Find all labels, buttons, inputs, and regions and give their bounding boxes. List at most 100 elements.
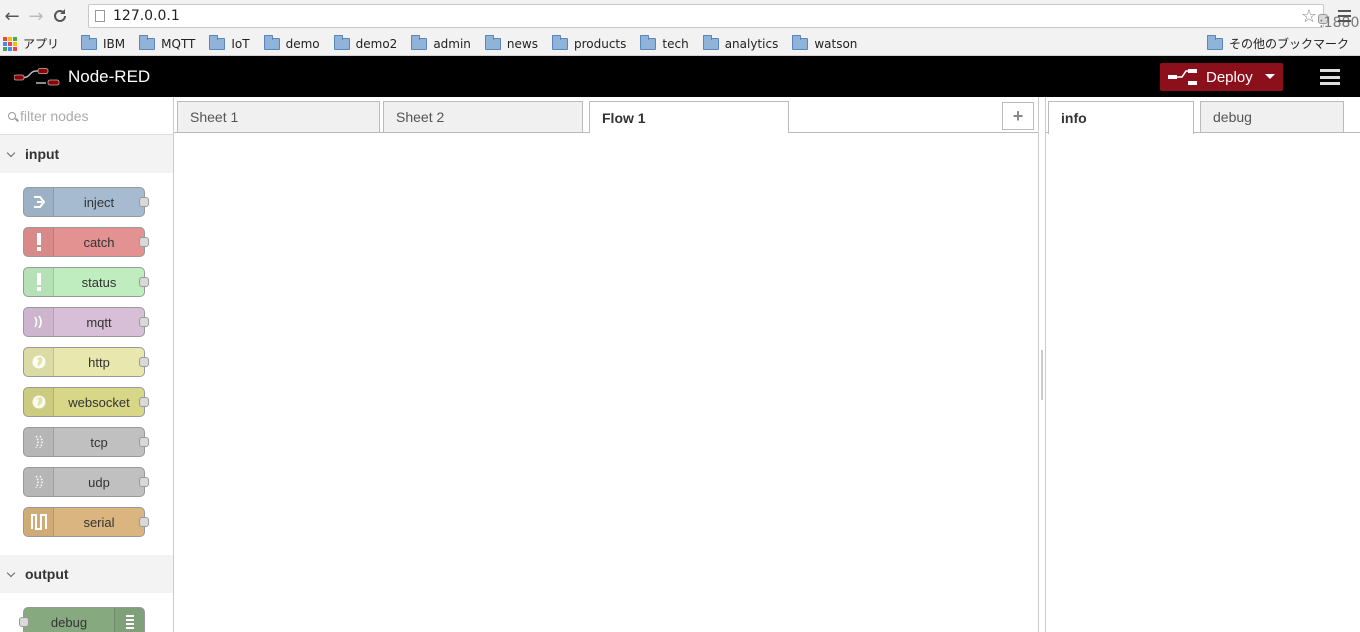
back-icon[interactable]: ← bbox=[0, 4, 24, 28]
palette-node-catch[interactable]: catch bbox=[23, 227, 149, 257]
workspace: Sheet 1 Sheet 2 Flow 1 + bbox=[174, 97, 1038, 632]
folder-icon bbox=[263, 34, 280, 50]
bookmark-label: MQTT bbox=[161, 36, 196, 51]
bookmark-analytics[interactable]: analytics bbox=[702, 34, 778, 51]
sidebar-splitter[interactable] bbox=[1038, 97, 1046, 632]
serial-icon bbox=[24, 508, 54, 536]
filter-nodes-input[interactable] bbox=[20, 107, 170, 124]
tab-sheet-2[interactable]: Sheet 2 bbox=[383, 101, 583, 132]
category-label: output bbox=[25, 566, 69, 582]
bookmark-label: products bbox=[573, 36, 627, 51]
bookmark-admin[interactable]: admin bbox=[411, 34, 471, 51]
bookmark-star-icon[interactable]: ☆ bbox=[1301, 6, 1317, 27]
folder-icon bbox=[333, 34, 350, 50]
reload-icon[interactable] bbox=[48, 4, 72, 28]
white-globe-icon bbox=[24, 348, 54, 376]
folder-icon bbox=[484, 34, 501, 50]
node-label: serial bbox=[83, 514, 115, 530]
tab-label: Sheet 1 bbox=[190, 109, 239, 125]
tab-info[interactable]: info bbox=[1048, 101, 1194, 134]
category-input[interactable]: input bbox=[0, 135, 173, 173]
palette-node-inject[interactable]: inject bbox=[23, 187, 149, 217]
caret-down-icon[interactable] bbox=[1265, 74, 1275, 79]
bookmark-demo[interactable]: demo bbox=[263, 34, 320, 51]
tab-sheet-1[interactable]: Sheet 1 bbox=[177, 101, 380, 132]
bookmark-other[interactable]: その他のブックマーク bbox=[1206, 34, 1349, 52]
browser-toolbar: ← → 127.0.0.1:1880 ☆ bbox=[0, 0, 1360, 32]
bookmarks-bar: アプリ IBM MQTT IoT demo demo2 admin news products… bbox=[0, 32, 1360, 56]
sidebar-tabs: info debug bbox=[1046, 97, 1360, 134]
browser-menu-icon[interactable] bbox=[1332, 4, 1356, 28]
search-icon bbox=[8, 111, 16, 120]
deploy-button[interactable]: Deploy bbox=[1160, 63, 1283, 91]
category-output[interactable]: output bbox=[0, 555, 173, 593]
node-label: inject bbox=[83, 194, 115, 210]
bookmark-products[interactable]: products bbox=[551, 34, 627, 51]
bookmark-label: demo bbox=[285, 36, 320, 51]
palette-search bbox=[0, 97, 173, 135]
deploy-icon bbox=[1168, 69, 1197, 85]
port-handle[interactable] bbox=[139, 437, 149, 447]
bookmark-tech[interactable]: tech bbox=[640, 34, 689, 51]
bookmark-label: demo2 bbox=[355, 36, 398, 51]
forward-icon[interactable]: → bbox=[24, 4, 48, 28]
port-handle[interactable] bbox=[139, 357, 149, 367]
palette-node-serial[interactable]: serial bbox=[23, 507, 149, 537]
add-tab-button[interactable]: + bbox=[1002, 102, 1034, 130]
node-label: tcp bbox=[90, 434, 108, 450]
folder-icon bbox=[1206, 34, 1223, 50]
add-icon: + bbox=[1012, 105, 1024, 126]
folder-icon bbox=[209, 34, 226, 50]
bookmark-ibm[interactable]: IBM bbox=[81, 34, 125, 51]
flow-canvas[interactable] bbox=[174, 133, 1038, 632]
bookmark-news[interactable]: news bbox=[484, 34, 538, 51]
port-handle[interactable] bbox=[139, 397, 149, 407]
node-label: http bbox=[88, 354, 110, 370]
node-label: udp bbox=[88, 474, 110, 490]
port-handle[interactable] bbox=[139, 477, 149, 487]
port-handle[interactable] bbox=[139, 237, 149, 247]
node-label: status bbox=[81, 274, 117, 290]
tab-label: debug bbox=[1213, 109, 1252, 125]
bookmark-iot[interactable]: IoT bbox=[209, 34, 250, 51]
bookmark-apps[interactable]: アプリ bbox=[23, 35, 59, 52]
palette-node-status[interactable]: status bbox=[23, 267, 149, 297]
folder-icon bbox=[139, 34, 156, 50]
palette-node-udp[interactable]: udp bbox=[23, 467, 149, 497]
bookmark-label: news bbox=[506, 36, 538, 51]
bookmark-label: その他のブックマーク bbox=[1228, 37, 1349, 51]
palette-node-mqtt[interactable]: mqtt bbox=[23, 307, 149, 337]
alert-icon bbox=[24, 268, 54, 296]
bookmark-label: admin bbox=[433, 36, 471, 51]
palette-node-http[interactable]: http bbox=[23, 347, 149, 377]
node-label: debug bbox=[50, 614, 88, 630]
folder-icon bbox=[81, 34, 98, 50]
palette-node-tcp[interactable]: tcp bbox=[23, 427, 149, 457]
splitter-grip[interactable] bbox=[1041, 350, 1043, 400]
port-handle[interactable] bbox=[19, 617, 29, 627]
tab-flow-1[interactable]: Flow 1 bbox=[589, 101, 789, 134]
bookmark-label: IoT bbox=[231, 36, 250, 51]
port-handle[interactable] bbox=[139, 197, 149, 207]
palette-node-websocket[interactable]: websocket bbox=[23, 387, 149, 417]
folder-icon bbox=[702, 34, 719, 50]
bookmark-mqtt[interactable]: MQTT bbox=[139, 34, 196, 51]
port-handle[interactable] bbox=[139, 317, 149, 327]
bookmark-demo2[interactable]: demo2 bbox=[333, 34, 398, 51]
bookmark-watson[interactable]: watson bbox=[792, 34, 857, 51]
bookmark-label: tech bbox=[662, 36, 689, 51]
white-globe-icon bbox=[24, 388, 54, 416]
url-text: 127.0.0.1:1880 bbox=[113, 8, 1360, 31]
port-handle[interactable] bbox=[139, 517, 149, 527]
address-bar[interactable]: 127.0.0.1:1880 ☆ bbox=[88, 4, 1360, 31]
apps-grid-icon[interactable] bbox=[3, 36, 17, 51]
tab-debug[interactable]: debug bbox=[1200, 101, 1344, 132]
port-handle[interactable] bbox=[139, 277, 149, 287]
palette-node-debug[interactable]: debug bbox=[19, 607, 145, 632]
node-list: debug bbox=[0, 593, 173, 632]
node-list: inject catch status mqtt http websocket tcp udp… bbox=[0, 173, 173, 555]
node-red-logo: Node-RED bbox=[14, 67, 150, 87]
main-menu-icon[interactable] bbox=[1320, 69, 1340, 85]
arrow-in-icon bbox=[24, 188, 54, 216]
node-label: catch bbox=[83, 234, 115, 250]
